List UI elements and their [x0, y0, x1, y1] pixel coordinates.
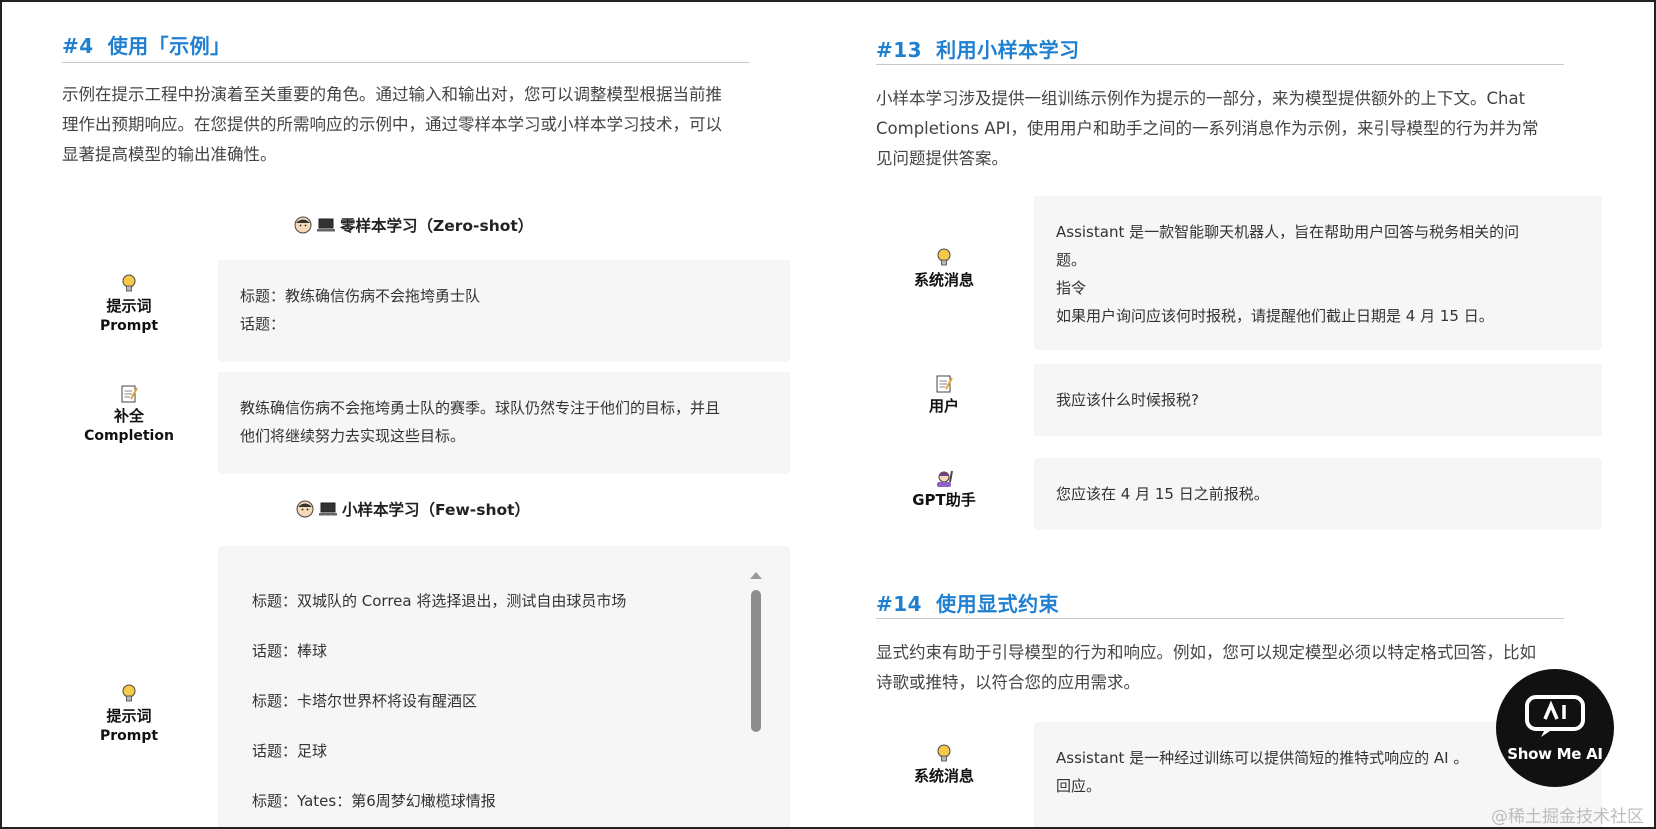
section-14-title: #14 使用显式约束: [876, 592, 1060, 616]
section-13-title: #13 利用小样本学习: [876, 38, 1080, 62]
page-frame: #4 使用「示例」 示例在提示工程中扮演着至关重要的角色。通过输入和输出对，您可以…: [0, 0, 1656, 829]
section-14-rule: [876, 618, 1564, 619]
assistant-role-label: GPT助手: [889, 466, 999, 510]
section-13-rule: [876, 64, 1564, 65]
section-4-rule: [62, 62, 750, 63]
lightbulb-icon: [937, 248, 951, 266]
raising-hand-person-icon: [937, 470, 953, 487]
section-4-title: #4 使用「示例」: [62, 34, 231, 58]
laptop-icon: [317, 218, 335, 232]
section-13-intro: 小样本学习涉及提供一组训练示例作为提示的一部分，来为模型提供额外的上下文。Cha…: [876, 89, 1539, 168]
few-shot-scrollbar[interactable]: [749, 572, 763, 742]
section-4-intro: 示例在提示工程中扮演着至关重要的角色。通过输入和输出对，您可以调整模型根据当前推…: [62, 85, 722, 164]
few-shot-heading: 小样本学习（Few-shot）: [296, 498, 530, 520]
user-message-box: 我应该什么时候报税?: [1034, 364, 1602, 436]
few-shot-prompt-box[interactable]: 标题：双城队的 Correa 将选择退出，测试自由球员市场 话题：棒球 标题：卡…: [218, 546, 790, 827]
zero-shot-heading: 零样本学习（Zero-shot）: [294, 214, 533, 236]
memo-icon: [936, 375, 953, 393]
laptop-icon: [319, 502, 337, 516]
system-message-box: Assistant 是一款智能聊天机器人，旨在帮助用户回答与税务相关的问 题。 …: [1034, 196, 1602, 350]
system-role-label-2: 系统消息: [889, 742, 999, 786]
watermark: @稀土掘金技术社区: [1491, 807, 1644, 827]
prompt-role-label: 提示词 Prompt: [74, 272, 184, 336]
scroll-up-arrow-icon[interactable]: [750, 572, 762, 579]
lightbulb-icon: [937, 744, 951, 762]
prompt-role-label-2: 提示词 Prompt: [74, 682, 184, 746]
section-14-intro: 显式约束有助于引导模型的行为和响应。例如，您可以规定模型必须以特定格式回答，比如…: [876, 643, 1536, 692]
system-role-label: 系统消息: [889, 246, 999, 290]
show-me-ai-badge[interactable]: Show Me AI: [1496, 669, 1614, 787]
scrollbar-thumb[interactable]: [751, 590, 761, 732]
person-face-icon: [296, 500, 314, 518]
zero-shot-prompt-box: 标题：教练确信伤病不会拖垮勇士队 话题：: [218, 260, 790, 362]
assistant-message-box: 您应该在 4 月 15 日之前报税。: [1034, 458, 1602, 530]
person-face-icon: [294, 216, 312, 234]
lightbulb-icon: [122, 274, 136, 292]
completion-role-label: 补全 Completion: [74, 382, 184, 446]
user-role-label: 用户: [889, 372, 999, 416]
ai-chat-bubble-icon: [1525, 695, 1585, 737]
memo-icon: [121, 385, 138, 403]
lightbulb-icon: [122, 684, 136, 702]
zero-shot-completion-box: 教练确信伤病不会拖垮勇士队的赛季。球队仍然专注于他们的目标，并且 他们将继续努力…: [218, 372, 790, 474]
